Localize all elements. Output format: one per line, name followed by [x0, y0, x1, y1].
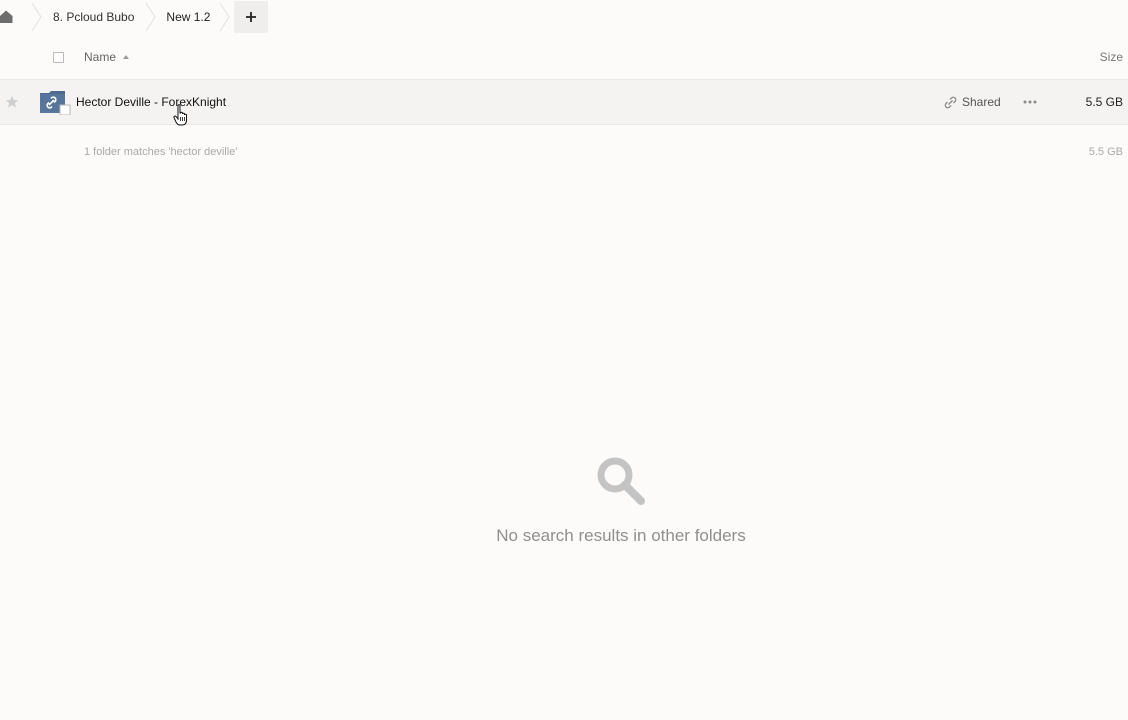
file-row[interactable]: Hector Deville - ForexKnight Shared 5.5 … [0, 80, 1128, 125]
breadcrumb-item-pcloud-bubo[interactable]: 8. Pcloud Bubo [44, 0, 144, 34]
breadcrumb-separator [30, 0, 44, 34]
file-browser: 8. Pcloud Bubo New 1.2 Name Size Hector … [0, 0, 1128, 720]
breadcrumb-separator [218, 0, 232, 34]
shared-folder-icon[interactable] [40, 91, 72, 115]
breadcrumb: 8. Pcloud Bubo New 1.2 [0, 0, 1128, 34]
breadcrumb-item-new-1-2[interactable]: New 1.2 [158, 0, 218, 34]
star-icon[interactable] [5, 95, 19, 109]
more-icon [1023, 100, 1037, 104]
link-icon [944, 96, 957, 108]
file-size: 5.5 GB [1085, 95, 1123, 109]
empty-state-message: No search results in other folders [496, 526, 746, 545]
summary-size: 5.5 GB [1088, 146, 1123, 158]
plus-icon [246, 12, 257, 22]
search-icon [597, 457, 645, 505]
hand-cursor-icon [173, 104, 187, 126]
more-options-button[interactable] [1022, 95, 1038, 109]
breadcrumb-separator [144, 0, 158, 34]
search-summary: 1 folder matches 'hector deville' [84, 146, 238, 158]
select-all-checkbox[interactable] [53, 52, 64, 63]
shared-link[interactable]: Shared [944, 95, 1001, 109]
list-header: Name Size [0, 36, 1128, 80]
file-name[interactable]: Hector Deville - ForexKnight [76, 95, 226, 109]
size-column-label[interactable]: Size [1100, 50, 1123, 64]
home-icon [0, 10, 13, 23]
sort-by-name-button[interactable]: Name [84, 50, 130, 64]
name-column-label: Name [84, 50, 117, 64]
home-button[interactable] [0, 0, 30, 34]
shared-label: Shared [962, 95, 1001, 109]
sort-ascending-icon [123, 55, 130, 59]
add-button[interactable] [234, 1, 269, 33]
